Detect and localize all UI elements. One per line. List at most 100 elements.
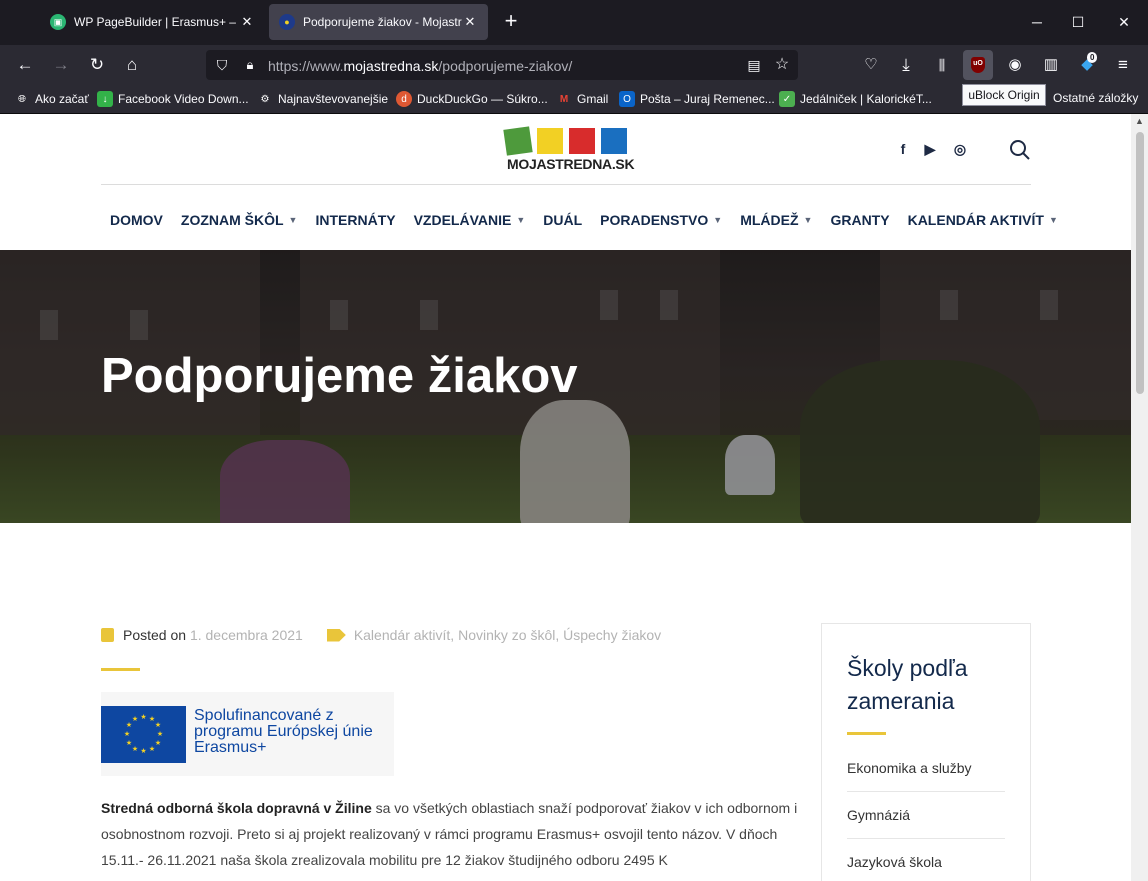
menu-hamburger-icon[interactable]: ≡ [1111,53,1135,77]
minimize-window-button[interactable]: ─ [1025,10,1049,34]
menu-dual[interactable]: DUÁL [534,210,591,230]
bookmark-ako-zacat[interactable]: 🌐︎ Ako začať [14,91,89,107]
main-menu: DOMOV ZOZNAM ŠKÔL ▼ INTERNÁTY VZDELÁVANIE… [101,210,1067,230]
menu-mladez[interactable]: MLÁDEŽ ▼ [731,210,821,230]
sidebar-item-ekonomika[interactable]: Ekonomika a služby [847,760,1005,792]
bookmark-najnavstevovanejsie[interactable]: ⚙ Najnavštevovanejšie [257,91,389,107]
search-icon[interactable] [1009,139,1031,161]
chevron-down-icon: ▼ [288,215,298,225]
url-text[interactable]: https://www.mojastredna.sk/podporujeme-z… [268,58,572,74]
bookmark-posta[interactable]: O Pošta – Juraj Remenec... [619,91,775,107]
sidebar-item-jazykova-skola[interactable]: Jazyková škola [847,854,1005,881]
post-categories[interactable]: Kalendár aktivít, Novinky zo škôl, Úspec… [354,627,661,643]
sidebar-widget: Školy podľa zamerania Ekonomika a služby… [821,623,1031,881]
close-window-button[interactable]: ✕ [1112,10,1136,34]
gmail-icon: M [559,93,569,105]
logo-text: MOJASTREDNA.SK [507,156,635,172]
post-meta: Posted on 1. decembra 2021 Kalendár akti… [101,627,661,643]
extension-grid-icon[interactable]: ▥ [1039,53,1063,77]
tag-icon [326,628,346,642]
scroll-thumb[interactable] [1136,132,1144,394]
eu-badge-text: Spolufinancované z programu Európskej ún… [194,707,373,756]
download-arrow-icon: ↓ [97,91,113,107]
calendar-icon [101,628,114,642]
pagebuilder-favicon-icon: ▣ [50,14,66,30]
reader-view-icon[interactable]: ▤ [742,53,766,77]
svg-text:★: ★ [126,739,132,747]
logo-square-green [503,126,533,156]
svg-text:★: ★ [149,745,155,753]
outlook-icon: O [619,91,635,107]
post-date-link[interactable]: 1. decembra 2021 [190,627,303,643]
menu-vzdelavanie[interactable]: VZDELÁVANIE ▼ [405,210,535,230]
instagram-icon[interactable]: ◎ [951,140,969,158]
youtube-icon[interactable]: ▶ [921,140,939,158]
chevron-down-icon: ▼ [1048,215,1058,225]
chevron-down-icon: ▼ [803,215,813,225]
svg-text:★: ★ [132,715,138,723]
browser-tab-2[interactable]: ● Podporujeme žiakov - Mojastre ✕ [269,4,488,40]
ublock-shield-icon: uO [971,57,985,73]
svg-text:★: ★ [132,745,138,753]
lock-icon[interactable]: 🔒︎ [238,53,262,77]
back-arrow-icon[interactable]: ← [13,53,37,77]
gear-icon: ⚙ [260,93,270,105]
chevron-down-icon: ▼ [713,215,723,225]
page-title: Podporujeme žiakov [101,349,578,403]
site-logo[interactable]: MOJASTREDNA.SK [503,126,635,174]
duckduckgo-icon: d [396,91,412,107]
chevron-down-icon: ▼ [516,215,526,225]
bookmark-star-icon[interactable]: ☆ [770,53,794,77]
erasmus-badge: ★ ★ ★ ★ ★ ★ ★ ★ ★ ★ ★ ★ Spolufinancované z progr… [101,692,394,776]
address-bar[interactable]: ⛉ 🔒︎ https://www.mojastredna.sk/podporuj… [206,50,798,80]
maximize-window-button[interactable]: ☐ [1066,10,1090,34]
library-icon[interactable]: ⫼ [930,53,954,77]
pocket-icon[interactable]: ♡ [859,53,883,77]
svg-text:★: ★ [140,747,146,755]
tab-2-close-icon[interactable]: ✕ [462,14,478,30]
reload-icon[interactable]: ↻ [85,53,109,77]
menu-granty[interactable]: GRANTY [821,210,898,230]
header-divider [101,184,1031,185]
tab-1-close-icon[interactable]: ✕ [239,14,255,30]
bookmark-facebook-video[interactable]: ↓ Facebook Video Down... [97,91,249,107]
bookmark-gmail[interactable]: M Gmail [556,91,609,107]
svg-text:★: ★ [124,730,130,738]
hero-banner: Podporujeme žiakov [0,250,1131,523]
new-tab-button[interactable]: + [498,9,524,35]
post-accent-line [101,668,140,671]
menu-domov[interactable]: DOMOV [101,210,172,230]
svg-text:★: ★ [155,721,161,729]
logo-square-blue [601,128,627,154]
download-icon[interactable]: ⤓ [894,53,918,77]
page-scrollbar[interactable]: ▲ [1131,114,1148,881]
facebook-icon[interactable]: f [894,140,912,158]
bookmark-duckduckgo[interactable]: d DuckDuckGo — Súkro... [396,91,548,107]
sidebar-item-gymnazia[interactable]: Gymnáziá [847,807,1005,839]
ublock-origin-button[interactable]: uO [963,50,993,80]
menu-poradenstvo[interactable]: PORADENSTVO ▼ [591,210,731,230]
web-page: MOJASTREDNA.SK f ▶ ◎ DOMOV ZOZNAM ŠKÔL ▼ … [0,114,1131,881]
tracking-shield-icon[interactable]: ⛉ [210,53,234,77]
url-prefix: https://www. [268,58,344,74]
menu-zoznam-skol[interactable]: ZOZNAM ŠKÔL ▼ [172,210,307,230]
svg-text:★: ★ [157,730,163,738]
logo-square-red [569,128,595,154]
scroll-up-icon[interactable]: ▲ [1135,116,1144,126]
browser-tab-1[interactable]: ▣ WP PageBuilder | Erasmus+ – P ✕ [40,4,265,40]
other-bookmarks[interactable]: Ostatné záložky [1053,91,1138,105]
browser-nav-bar: ← → ↻ ⌂ ⛉ 🔒︎ https://www.mojastredna.sk/… [0,45,1148,85]
extension-avatar-icon[interactable]: ◉ [1003,53,1027,77]
forward-arrow-icon[interactable]: → [49,53,73,77]
bookmark-jedalnicek[interactable]: ✓ Jedálniček | KalorickéT... [779,91,932,107]
svg-text:★: ★ [140,713,146,721]
tab-2-title: Podporujeme žiakov - Mojastre [303,15,462,29]
menu-internaty[interactable]: INTERNÁTY [306,210,404,230]
ublock-tooltip: uBlock Origin [962,84,1046,106]
checkbox-icon: ✓ [779,91,795,107]
mojastredna-favicon-icon: ● [279,14,295,30]
globe-icon: 🌐︎ [18,93,26,105]
home-icon[interactable]: ⌂ [120,53,144,77]
menu-kalendar-aktivit[interactable]: KALENDÁR AKTIVÍT ▼ [899,210,1067,230]
posted-on-label: Posted on [123,627,187,643]
